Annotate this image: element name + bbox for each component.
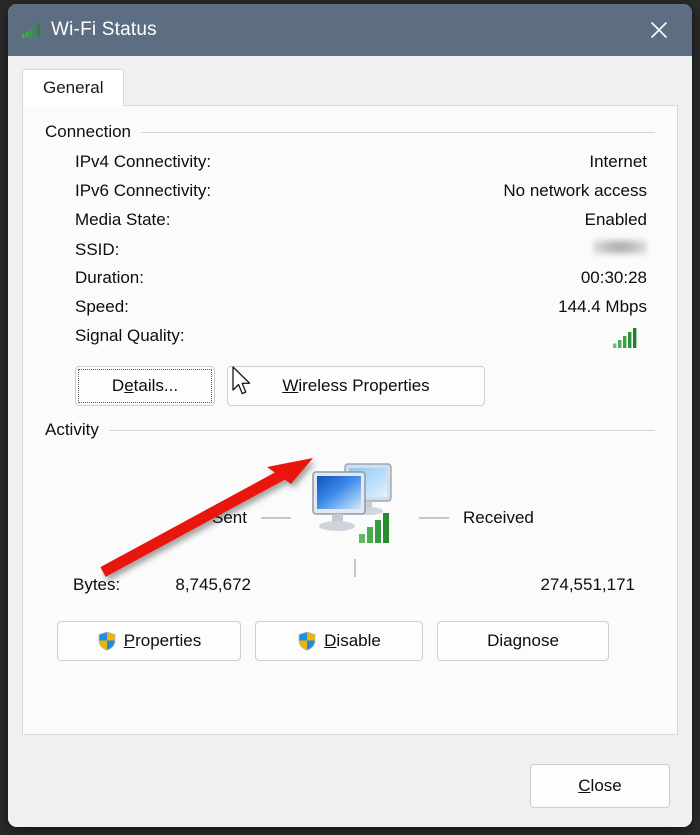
sent-header: Sent: [73, 508, 297, 528]
properties-button-label: Properties: [123, 631, 202, 650]
activity-tick: [354, 559, 356, 577]
dialog-footer: Close: [8, 745, 692, 827]
disable-button-label: Disable: [324, 631, 381, 650]
dash-right-icon: [419, 516, 449, 519]
wifi-status-window: Wi-Fi Status General Connection IPv4 Con…: [8, 4, 692, 827]
activity-group-title: Activity: [45, 420, 99, 439]
wireless-properties-button[interactable]: Wireless Properties: [227, 366, 485, 406]
row-value: 144.4 Mbps: [558, 297, 647, 316]
title-bar: Wi-Fi Status: [8, 4, 692, 56]
row-label: Speed:: [75, 297, 129, 316]
row-ipv6: IPv6 Connectivity: No network access: [75, 181, 647, 210]
close-button-label: Close: [578, 776, 622, 795]
activity-header-row: Sent Received: [45, 458, 655, 577]
details-button[interactable]: Details...: [75, 366, 215, 406]
two-monitors-network-icon: [307, 458, 403, 555]
connection-group-header: Connection: [45, 122, 655, 142]
tab-panel-general: Connection IPv4 Connectivity: Internet I…: [22, 105, 678, 735]
row-ssid: SSID:: [75, 239, 647, 268]
row-ipv4: IPv4 Connectivity: Internet: [75, 152, 647, 181]
signal-bars-icon: [613, 328, 639, 348]
activity-group: Activity Sent Received Bytes: 8,745,672 …: [45, 420, 655, 595]
ssid-redacted-value: [593, 239, 647, 255]
tab-general[interactable]: General: [22, 69, 125, 106]
close-icon[interactable]: [642, 13, 676, 47]
disable-button[interactable]: Disable: [255, 621, 423, 661]
row-speed: Speed: 144.4 Mbps: [75, 297, 647, 326]
uac-shield-icon: [297, 631, 317, 651]
diagnose-button[interactable]: Diagnose: [437, 621, 609, 661]
row-label: Duration:: [75, 268, 144, 287]
row-value: 00:30:28: [580, 268, 647, 287]
sent-label: Sent: [212, 507, 247, 527]
row-label: SSID:: [75, 240, 120, 259]
wireless-properties-button-label: Wireless Properties: [282, 376, 430, 395]
wifi-signal-icon: [22, 22, 42, 38]
connection-rows: IPv4 Connectivity: Internet IPv6 Connect…: [45, 152, 655, 352]
bytes-label: Bytes:: [73, 575, 121, 594]
row-label: IPv6 Connectivity:: [75, 181, 212, 200]
connection-buttons: Details... Wireless Properties: [75, 366, 655, 406]
row-label: IPv4 Connectivity:: [75, 152, 212, 171]
group-divider: [108, 429, 655, 431]
row-duration: Duration: 00:30:28: [75, 268, 647, 297]
bytes-row: Bytes: 8,745,672 274,551,171: [45, 575, 655, 595]
dialog-body: General Connection IPv4 Connectivity: In…: [8, 56, 692, 745]
row-label: Signal Quality:: [75, 326, 185, 345]
window-title: Wi-Fi Status: [51, 19, 157, 40]
activity-group-header: Activity: [45, 420, 655, 440]
dash-left-icon: [261, 516, 291, 519]
action-buttons: Properties Disable Diagnose: [57, 621, 655, 661]
diagnose-button-label: Diagnose: [487, 631, 559, 650]
activity-center: [297, 458, 413, 577]
tab-strip: General: [22, 68, 678, 106]
details-button-label: Details...: [111, 376, 179, 395]
row-value: Internet: [589, 152, 647, 171]
bytes-sent-value: 8,745,672: [175, 575, 251, 594]
row-value: Enabled: [584, 210, 647, 229]
uac-shield-icon: [97, 631, 117, 651]
received-label: Received: [463, 507, 534, 527]
bytes-received-value: 274,551,171: [540, 575, 635, 594]
row-label: Media State:: [75, 210, 171, 229]
row-value: No network access: [503, 181, 647, 200]
properties-button[interactable]: Properties: [57, 621, 241, 661]
row-signal-quality: Signal Quality:: [75, 326, 647, 352]
group-divider: [141, 131, 655, 133]
connection-group-title: Connection: [45, 122, 132, 141]
close-button[interactable]: Close: [530, 764, 670, 808]
row-media-state: Media State: Enabled: [75, 210, 647, 239]
received-header: Received: [413, 508, 637, 528]
